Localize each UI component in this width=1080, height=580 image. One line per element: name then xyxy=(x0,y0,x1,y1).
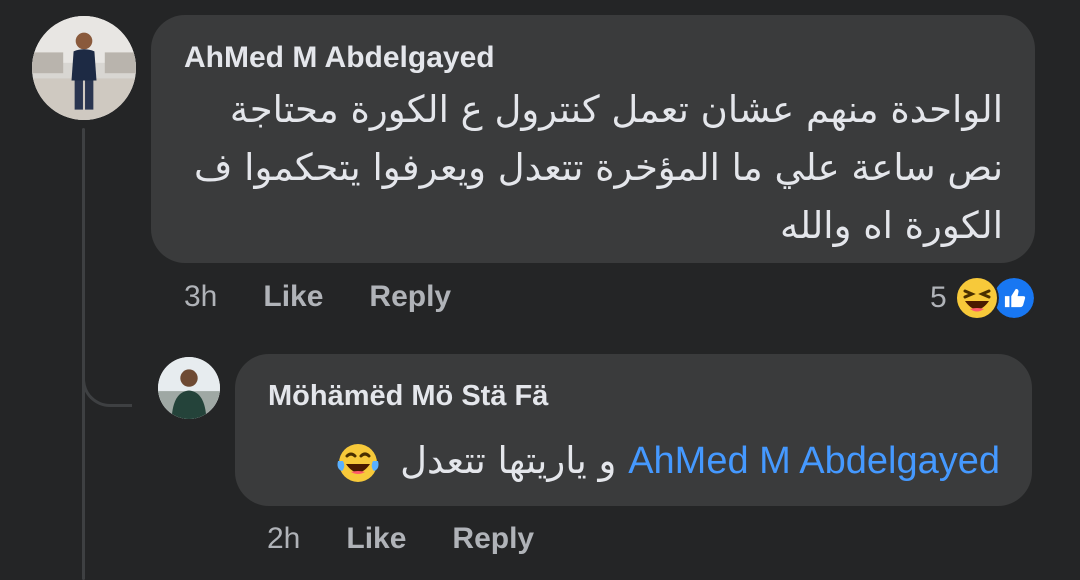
tears-of-joy-icon xyxy=(337,443,379,482)
reaction-summary[interactable]: 5 xyxy=(930,275,1037,321)
reply-connector xyxy=(82,345,132,407)
comment-bubble: AhMed M Abdelgayed الواحدة منهم عشان تعم… xyxy=(151,15,1035,263)
reply-actions: 2h Like Reply xyxy=(267,522,580,556)
user-photo-icon xyxy=(32,16,136,120)
reply-avatar[interactable] xyxy=(158,357,220,419)
user-photo-icon xyxy=(158,357,220,419)
laughing-face-icon xyxy=(954,276,999,320)
comment-actions: 3h Like Reply xyxy=(184,280,497,314)
reaction-count: 5 xyxy=(930,281,947,314)
comment-text: الواحدة منهم عشان تعمل كنترول ع الكورة م… xyxy=(194,88,1003,247)
comment-timestamp[interactable]: 3h xyxy=(184,280,217,314)
reply-button[interactable]: Reply xyxy=(452,522,534,556)
comment-author[interactable]: AhMed M Abdelgayed xyxy=(184,41,495,75)
reply-button[interactable]: Reply xyxy=(369,280,451,314)
avatar[interactable] xyxy=(32,16,136,120)
reply-author[interactable]: Möhämëd Mö Stä Fä xyxy=(268,380,548,413)
like-button[interactable]: Like xyxy=(346,522,406,556)
like-button[interactable]: Like xyxy=(263,280,323,314)
reply-bubble: Möhämëd Mö Stä Fä AhMed M Abdelgayed و ي… xyxy=(235,354,1032,506)
mention-link[interactable]: AhMed M Abdelgayed xyxy=(628,440,1000,482)
reply-timestamp[interactable]: 2h xyxy=(267,522,300,556)
reply-text-line: AhMed M Abdelgayed و ياريتها تتعدل xyxy=(260,432,1000,490)
reply-text: و ياريتها تتعدل xyxy=(400,439,617,482)
